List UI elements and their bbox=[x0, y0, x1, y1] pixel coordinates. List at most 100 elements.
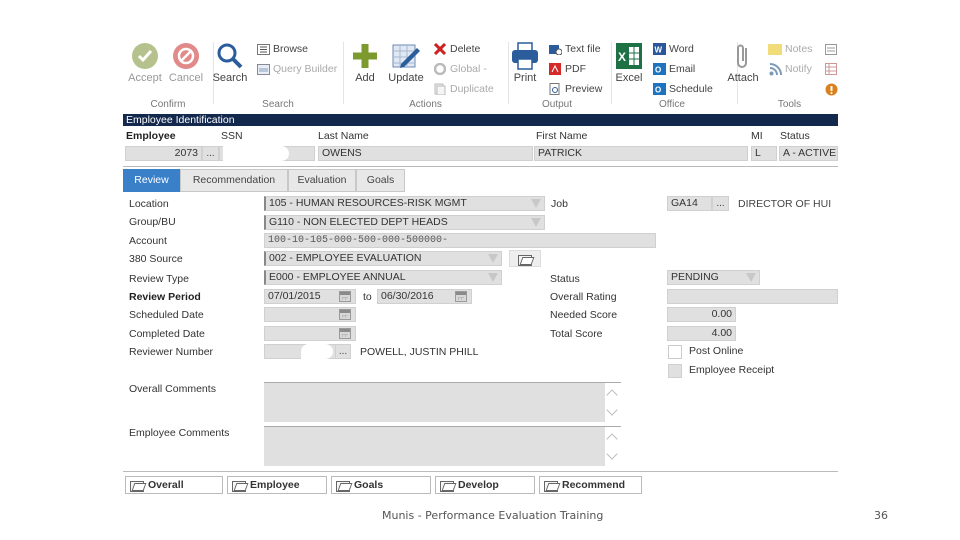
chevron-down-icon bbox=[531, 199, 541, 208]
develop-button[interactable]: Develop bbox=[435, 476, 535, 494]
ribbon-group-actions: Add Update Delete Global - Duplicate Acti… bbox=[343, 38, 508, 113]
folder-open-icon bbox=[130, 480, 144, 492]
calendar-icon[interactable] bbox=[339, 328, 351, 339]
overall-button[interactable]: Overall bbox=[125, 476, 223, 494]
scheduled-date-label: Scheduled Date bbox=[129, 309, 204, 321]
print-button[interactable]: Print bbox=[503, 42, 547, 84]
notes-button[interactable]: Notes bbox=[768, 41, 812, 57]
group-bu-select[interactable]: G110 - NON ELECTED DEPT HEADS bbox=[264, 215, 545, 230]
goals-button[interactable]: Goals bbox=[331, 476, 431, 494]
text-file-button[interactable]: Text file bbox=[548, 41, 601, 57]
group-label-office: Office bbox=[659, 99, 685, 110]
schedule-button[interactable]: O Schedule bbox=[652, 81, 713, 97]
chevron-down-icon bbox=[531, 218, 541, 227]
employee-lookup-button[interactable]: ... bbox=[202, 146, 219, 161]
employee-number-field[interactable]: 2073 bbox=[125, 146, 202, 161]
380-source-open-button[interactable] bbox=[509, 250, 541, 267]
status-field[interactable]: A - ACTIVE bbox=[779, 146, 838, 161]
last-name-field[interactable]: OWENS bbox=[318, 146, 533, 161]
divider bbox=[123, 166, 838, 167]
search-button[interactable]: Search bbox=[208, 42, 252, 84]
overall-rating-field[interactable] bbox=[667, 289, 838, 304]
pdf-button[interactable]: PDF bbox=[548, 61, 586, 77]
delete-button[interactable]: Delete bbox=[433, 41, 480, 57]
email-button[interactable]: O Email bbox=[652, 61, 695, 77]
global-button[interactable]: Global - bbox=[433, 61, 487, 77]
duplicate-button[interactable]: Duplicate bbox=[433, 81, 494, 97]
scrollbar[interactable] bbox=[605, 427, 621, 466]
review-status-select[interactable]: PENDING bbox=[667, 270, 760, 285]
excel-button[interactable]: X Excel bbox=[607, 42, 651, 84]
tab-review[interactable]: Review bbox=[123, 169, 180, 192]
ribbon-group-search: Search Browse Query Builder Search bbox=[213, 38, 343, 113]
cancel-button[interactable]: Cancel bbox=[164, 42, 208, 84]
recommend-button[interactable]: Recommend bbox=[539, 476, 642, 494]
folder-open-icon bbox=[440, 480, 454, 492]
scrollbar[interactable] bbox=[605, 383, 621, 422]
scroll-up-icon[interactable] bbox=[606, 389, 618, 401]
job-label: Job bbox=[551, 198, 568, 210]
scroll-down-icon[interactable] bbox=[606, 404, 618, 416]
attach-button[interactable]: Attach bbox=[721, 42, 765, 84]
scroll-up-icon[interactable] bbox=[606, 433, 618, 445]
ssn-label: SSN bbox=[221, 130, 243, 142]
tab-goals[interactable]: Goals bbox=[356, 169, 405, 192]
tab-evaluation[interactable]: Evaluation bbox=[288, 169, 356, 192]
mi-field[interactable]: L bbox=[751, 146, 777, 161]
slide-page-number: 36 bbox=[874, 509, 888, 522]
scroll-down-icon[interactable] bbox=[606, 448, 618, 460]
group-bu-label: Group/BU bbox=[129, 216, 176, 228]
employee-comments-textarea[interactable] bbox=[264, 426, 621, 466]
overall-comments-label: Overall Comments bbox=[129, 383, 216, 395]
browse-button[interactable]: Browse bbox=[256, 41, 308, 57]
needed-score-field[interactable]: 0.00 bbox=[667, 307, 736, 322]
calendar-icon[interactable] bbox=[455, 291, 467, 302]
to-label: to bbox=[363, 291, 372, 303]
accept-button[interactable]: Accept bbox=[123, 42, 167, 84]
review-type-select[interactable]: E000 - EMPLOYEE ANNUAL bbox=[264, 270, 502, 285]
job-lookup-button[interactable]: ... bbox=[712, 196, 729, 211]
update-icon bbox=[391, 42, 421, 70]
post-online-checkbox[interactable] bbox=[668, 345, 682, 359]
total-score-field[interactable]: 4.00 bbox=[667, 326, 736, 341]
chevron-down-icon bbox=[488, 273, 498, 282]
alert-button[interactable] bbox=[824, 81, 838, 97]
overall-comments-textarea[interactable] bbox=[264, 382, 621, 422]
calendar-icon[interactable] bbox=[339, 309, 351, 320]
employee-button[interactable]: Employee bbox=[227, 476, 327, 494]
review-period-from-field[interactable]: 07/01/2015 bbox=[264, 289, 356, 304]
employee-receipt-checkbox[interactable] bbox=[668, 364, 682, 378]
overall-rating-label: Overall Rating bbox=[550, 291, 617, 303]
total-score-label: Total Score bbox=[550, 328, 603, 340]
status-label: Status bbox=[780, 130, 810, 142]
word-button[interactable]: W Word bbox=[652, 41, 694, 57]
job-code-field[interactable]: GA14 bbox=[667, 196, 712, 211]
tool-button-1[interactable] bbox=[824, 41, 838, 57]
location-select[interactable]: 105 - HUMAN RESOURCES-RISK MGMT bbox=[264, 196, 545, 211]
alert-icon bbox=[824, 83, 838, 96]
notify-button[interactable]: Notify bbox=[768, 61, 812, 77]
preview-button[interactable]: Preview bbox=[548, 81, 602, 97]
add-button[interactable]: Add bbox=[343, 42, 387, 84]
word-icon: W bbox=[652, 43, 666, 56]
completed-date-field[interactable] bbox=[264, 326, 356, 341]
tab-recommendation[interactable]: Recommendation bbox=[180, 169, 288, 192]
calendar-icon[interactable] bbox=[339, 291, 351, 302]
scheduled-date-field[interactable] bbox=[264, 307, 356, 322]
380-source-select[interactable]: 002 - EMPLOYEE EVALUATION bbox=[264, 251, 502, 266]
group-label-actions: Actions bbox=[409, 99, 442, 110]
first-name-field[interactable]: PATRICK bbox=[534, 146, 748, 161]
folder-open-icon bbox=[544, 480, 558, 492]
first-name-label: First Name bbox=[536, 130, 588, 142]
duplicate-icon bbox=[433, 83, 447, 96]
reviewer-lookup-button[interactable]: ... bbox=[335, 344, 351, 359]
tool-button-2[interactable] bbox=[824, 61, 838, 77]
review-period-to-field[interactable]: 06/30/2016 bbox=[377, 289, 472, 304]
employee-receipt-label: Employee Receipt bbox=[689, 364, 775, 376]
query-builder-button[interactable]: Query Builder bbox=[256, 61, 337, 77]
account-field[interactable]: 100-10-105-000-500-000-500000- bbox=[264, 233, 656, 248]
update-button[interactable]: Update bbox=[384, 42, 428, 84]
grid-icon bbox=[824, 63, 838, 76]
review-period-label: Review Period bbox=[129, 291, 201, 303]
folder-open-icon bbox=[232, 480, 246, 492]
